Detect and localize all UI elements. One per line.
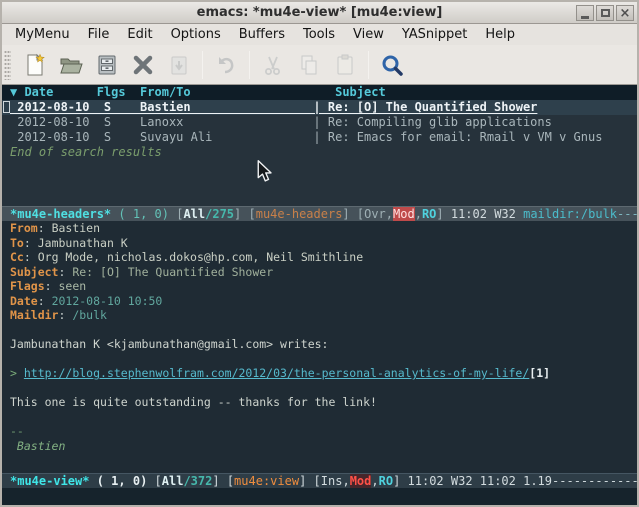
body-line xyxy=(2,323,637,338)
save-as-icon xyxy=(167,53,191,77)
mu4e-view-window: From: BastienTo: Jambunathan KCc: Org Mo… xyxy=(2,221,637,473)
menu-buffers[interactable]: Buffers xyxy=(230,24,294,45)
new-file-button[interactable] xyxy=(19,50,51,80)
emacs-frame: ▼ Date Flgs From/To Subject 2012-08-10 S… xyxy=(2,85,637,505)
view-field-cc: Cc: Org Mode, nicholas.dokos@hp.com, Nei… xyxy=(2,250,637,265)
tool-bar xyxy=(2,45,637,85)
maximize-button[interactable] xyxy=(596,5,614,21)
toolbar-drag-handle[interactable] xyxy=(4,50,11,80)
menu-view[interactable]: View xyxy=(344,24,393,45)
minimize-button[interactable] xyxy=(576,5,594,21)
menu-yasnippet[interactable]: YASnippet xyxy=(393,24,477,45)
minimize-icon xyxy=(581,16,589,19)
toolbar-separator xyxy=(368,51,369,79)
open-folder-icon xyxy=(59,53,83,77)
view-field-date: Date: 2012-08-10 10:50 xyxy=(2,294,637,309)
view-field-flags: Flags: seen xyxy=(2,279,637,294)
header-row[interactable]: 2012-08-10 S Suvayu Ali | Re: Emacs for … xyxy=(2,130,637,145)
body-line xyxy=(2,381,637,396)
view-field-from: From: Bastien xyxy=(2,221,637,236)
header-row[interactable]: 2012-08-10 S Lanoxx | Re: Compiling glib… xyxy=(2,115,637,130)
emacs-window: emacs: *mu4e-view* [mu4e:view] × MyMenuF… xyxy=(0,0,639,507)
undo-icon xyxy=(214,53,238,77)
message-body: Jambunathan K <kjambunathan@gmail.com> w… xyxy=(2,323,637,454)
echo-area[interactable] xyxy=(2,488,637,505)
cut-button xyxy=(257,50,289,80)
mu4e-headers-window: ▼ Date Flgs From/To Subject 2012-08-10 S… xyxy=(2,85,637,206)
open-folder-button[interactable] xyxy=(55,50,87,80)
header-row[interactable]: 2012-08-10 S Bastien | Re: [O] The Quant… xyxy=(2,100,637,115)
view-modeline: *mu4e-view* ( 1, 0) [All/372] [mu4e:view… xyxy=(2,473,637,488)
copy-icon xyxy=(297,53,321,77)
view-field-maildir: Maildir: /bulk xyxy=(2,308,637,323)
cut-icon xyxy=(261,53,285,77)
undo-button xyxy=(210,50,242,80)
paste-button xyxy=(329,50,361,80)
view-field-subject: Subject: Re: [O] The Quantified Shower xyxy=(2,265,637,280)
paste-icon xyxy=(333,53,357,77)
message-link[interactable]: http://blog.stephenwolfram.com/2012/03/t… xyxy=(24,366,529,380)
copy-button xyxy=(293,50,325,80)
body-line: Jambunathan K <kjambunathan@gmail.com> w… xyxy=(2,337,637,352)
menu-edit[interactable]: Edit xyxy=(118,24,161,45)
save-icon xyxy=(95,53,119,77)
menu-bar: MyMenuFileEditOptionsBuffersToolsViewYAS… xyxy=(2,24,637,45)
search-button[interactable] xyxy=(376,50,408,80)
new-file-icon xyxy=(23,53,47,77)
maximize-icon xyxy=(601,9,610,17)
menu-help[interactable]: Help xyxy=(476,24,524,45)
body-line: -- xyxy=(2,424,637,439)
window-controls: × xyxy=(574,5,634,21)
toolbar-separator xyxy=(249,51,250,79)
end-of-search-message: End of search results xyxy=(2,145,637,160)
search-icon xyxy=(380,53,404,77)
close-x-icon xyxy=(131,53,155,77)
menu-file[interactable]: File xyxy=(79,24,119,45)
body-line: > http://blog.stephenwolfram.com/2012/03… xyxy=(2,366,637,381)
headers-rows: 2012-08-10 S Bastien | Re: [O] The Quant… xyxy=(2,100,637,145)
emacs-hollow-cursor xyxy=(3,101,10,113)
close-icon: × xyxy=(620,7,631,20)
window-title: emacs: *mu4e-view* [mu4e:view] xyxy=(197,5,443,20)
close-button[interactable]: × xyxy=(616,5,634,21)
headers-column-titles: ▼ Date Flgs From/To Subject xyxy=(2,85,637,100)
close-file-button[interactable] xyxy=(127,50,159,80)
title-bar: emacs: *mu4e-view* [mu4e:view] × xyxy=(2,2,637,24)
view-field-to: To: Jambunathan K xyxy=(2,236,637,251)
menu-options[interactable]: Options xyxy=(162,24,230,45)
headers-modeline: *mu4e-headers* ( 1, 0) [All/275] [mu4e-h… xyxy=(2,206,637,221)
body-line: This one is quite outstanding -- thanks … xyxy=(2,395,637,410)
toolbar-separator xyxy=(202,51,203,79)
menu-mymenu[interactable]: MyMenu xyxy=(6,24,79,45)
view-fields: From: BastienTo: Jambunathan KCc: Org Mo… xyxy=(2,221,637,323)
body-line: Bastien xyxy=(2,439,637,454)
save-as-button xyxy=(163,50,195,80)
menu-tools[interactable]: Tools xyxy=(294,24,344,45)
save-button[interactable] xyxy=(91,50,123,80)
body-line xyxy=(2,352,637,367)
body-line xyxy=(2,410,637,425)
